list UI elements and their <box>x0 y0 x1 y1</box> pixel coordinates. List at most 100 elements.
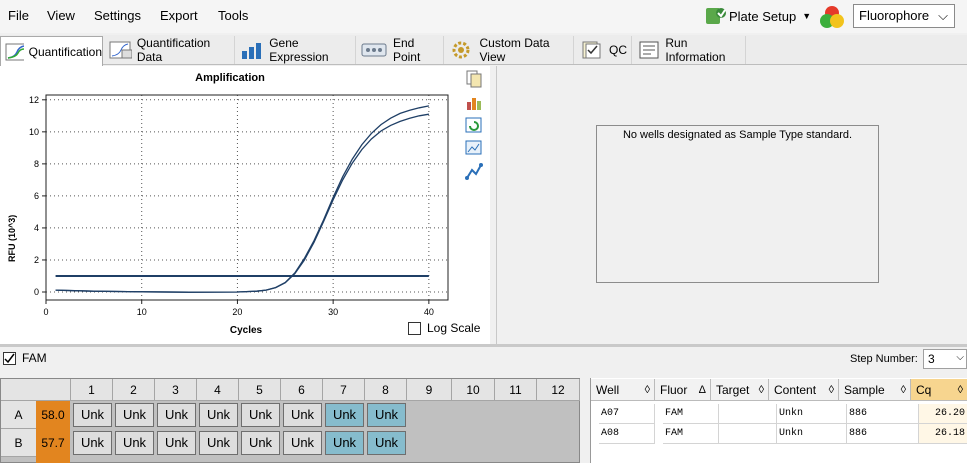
chart-grid <box>45 95 448 300</box>
table-cell: 26.18 <box>919 424 967 444</box>
tab-label: Quantification Data <box>136 36 211 64</box>
plate-column-header[interactable]: 4 <box>197 379 239 401</box>
plate-row-header[interactable]: A <box>1 401 36 429</box>
plate-well[interactable]: Unk <box>367 403 406 427</box>
plate-well[interactable]: Unk <box>283 431 322 455</box>
menu-export[interactable]: Export <box>160 8 198 23</box>
table-cell: 26.20 <box>919 404 967 424</box>
plate-column-header[interactable]: 11 <box>495 379 537 401</box>
y-tick-label: 2 <box>34 255 39 265</box>
table-cell: FAM <box>663 404 719 424</box>
plate-well[interactable]: Unk <box>241 431 280 455</box>
bar-chart-icon <box>242 43 261 59</box>
menu-settings[interactable]: Settings <box>94 8 141 23</box>
checkbox-checked[interactable] <box>3 351 16 365</box>
plate-column-header[interactable]: 8 <box>365 379 407 401</box>
table-cell: A07 <box>599 404 655 424</box>
plate-well[interactable]: Unk <box>367 431 406 455</box>
amplification-chart-icon <box>5 43 24 60</box>
gear-icon <box>452 41 470 59</box>
row-cq-value <box>36 457 70 463</box>
column-header-sample[interactable]: Sample ◊ <box>839 379 911 401</box>
chevron-down-icon: ▼ <box>802 11 812 21</box>
tab-quantification[interactable]: Quantification <box>0 36 103 66</box>
plate-column-header[interactable]: 2 <box>113 379 155 401</box>
view-tabs: Quantification Quantification Data Gene … <box>0 35 967 66</box>
refresh-icon[interactable] <box>465 116 483 134</box>
plate-well[interactable]: Unk <box>283 403 322 427</box>
plate-setup-icon <box>706 8 726 24</box>
plate-setup-button[interactable]: Plate Setup ▼ <box>705 4 811 28</box>
menu-file[interactable]: File <box>8 8 29 23</box>
column-header-well[interactable]: Well ◊ <box>591 379 655 401</box>
plate-well[interactable]: Unk <box>199 431 238 455</box>
menu-tools[interactable]: Tools <box>218 8 248 23</box>
plate-column-header[interactable]: 5 <box>239 379 281 401</box>
plate-row-header[interactable]: B <box>1 429 36 457</box>
menu-bar: File View Settings Export Tools Plate Se… <box>0 0 967 33</box>
plate-column-header[interactable]: 9 <box>407 379 452 401</box>
plate-well[interactable]: Unk <box>157 403 196 427</box>
table-cell: 886 <box>847 404 919 424</box>
column-header-label: Fluor <box>660 383 688 397</box>
export-image-icon[interactable] <box>465 139 483 157</box>
amplification-chart[interactable]: 0 2 4 6 8 10 12 0 10 20 30 40 Cycles RFU (10^3) <box>0 66 490 344</box>
plate-column-header[interactable]: 10 <box>452 379 495 401</box>
horizontal-splitter[interactable] <box>0 344 967 347</box>
plate-well[interactable]: Unk <box>325 431 364 455</box>
plate-well[interactable]: Unk <box>325 403 364 427</box>
plate-well[interactable]: Unk <box>115 403 154 427</box>
table-cell: 886 <box>847 424 919 444</box>
sort-icon: ◊ <box>644 384 650 396</box>
chart-tools <box>465 70 483 185</box>
plate-well[interactable]: Unk <box>241 403 280 427</box>
tab-custom-data-view[interactable]: Custom Data View <box>446 36 574 64</box>
log-scale-checkbox[interactable]: Log Scale <box>408 321 480 335</box>
data-series-icon[interactable] <box>465 162 483 180</box>
y-tick-label: 10 <box>29 127 39 137</box>
column-header-fluor[interactable]: Fluor Δ <box>655 379 711 401</box>
column-header-cq[interactable]: Cq ◊ <box>911 379 967 401</box>
tab-label: Quantification <box>28 44 102 59</box>
plate-corner-header <box>1 379 71 401</box>
plate-column-header[interactable]: 6 <box>281 379 323 401</box>
plate-well[interactable]: Unk <box>115 431 154 455</box>
tab-qc[interactable]: QC <box>576 36 632 64</box>
chart-settings-icon[interactable] <box>465 93 483 111</box>
table-cell: A08 <box>599 424 655 444</box>
checkbox[interactable] <box>408 321 421 335</box>
plate-well[interactable]: Unk <box>199 403 238 427</box>
row-cq-value: 57.7 <box>36 429 70 457</box>
y-tick-label: 4 <box>34 223 39 233</box>
tab-gene-expression[interactable]: Gene Expression <box>236 36 356 64</box>
plate-column-header[interactable]: 12 <box>537 379 580 401</box>
column-header-target[interactable]: Target ◊ <box>711 379 769 401</box>
plate-column-header[interactable]: 7 <box>323 379 365 401</box>
y-axis-label: RFU (10^3) <box>7 215 17 262</box>
plate-column-header[interactable]: 3 <box>155 379 197 401</box>
fluorophore-color-icon[interactable] <box>818 4 846 30</box>
chart-title: Amplification <box>195 72 265 84</box>
step-number-select[interactable]: 3 ⌵ <box>923 349 967 369</box>
column-header-label: Sample <box>844 383 885 397</box>
x-tick-label: 40 <box>424 307 434 317</box>
copy-icon[interactable] <box>465 70 483 88</box>
results-table: Well ◊ Fluor Δ Target ◊ Content ◊ Sample ◊ Cq ◊ A07… <box>590 378 967 463</box>
plate-well[interactable]: Unk <box>73 403 112 427</box>
standard-curve-box: No wells designated as Sample Type stand… <box>596 125 879 283</box>
run-information-icon <box>639 41 659 59</box>
sort-icon: ◊ <box>758 384 764 396</box>
menu-view[interactable]: View <box>47 8 75 23</box>
plate-well[interactable]: Unk <box>157 431 196 455</box>
column-header-content[interactable]: Content ◊ <box>769 379 839 401</box>
plate-well[interactable]: Unk <box>73 431 112 455</box>
fam-checkbox[interactable]: FAM <box>3 351 47 365</box>
tab-quantification-data[interactable]: Quantification Data <box>105 36 235 64</box>
step-number-label: Step Number: <box>850 353 918 365</box>
tab-run-information[interactable]: Run Information <box>634 36 746 64</box>
plate-column-header[interactable]: 1 <box>71 379 113 401</box>
y-tick-label: 0 <box>34 287 39 297</box>
fluorophore-select[interactable]: Fluorophore ⌵ <box>853 4 955 28</box>
tab-end-point[interactable]: End Point <box>357 36 444 64</box>
plot-area-border <box>45 94 449 301</box>
